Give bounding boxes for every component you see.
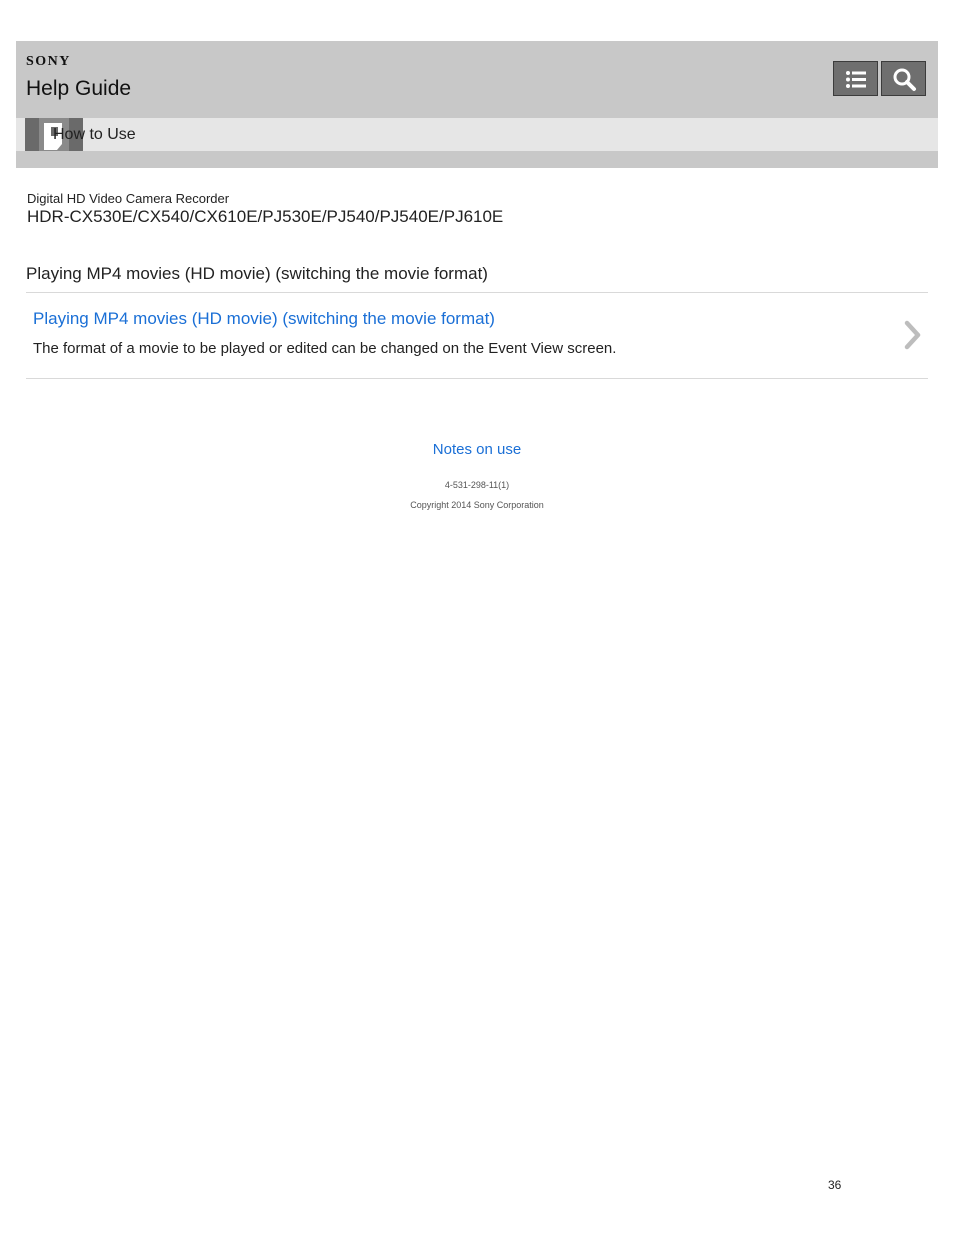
search-button[interactable]	[881, 61, 926, 96]
list-icon	[846, 71, 866, 88]
category-label: How to Use	[53, 126, 136, 143]
topic-entry[interactable]: Playing MP4 movies (HD movie) (switching…	[26, 293, 928, 378]
brand-logo: SONY	[26, 54, 71, 69]
divider	[26, 378, 928, 379]
topic-link[interactable]: Playing MP4 movies (HD movie) (switching…	[33, 309, 495, 329]
document-code: 4-531-298-11(1)	[444, 480, 510, 490]
product-category: Digital HD Video Camera Recorder	[27, 191, 230, 206]
category-bar[interactable]: How to Use	[16, 118, 938, 151]
notes-on-use-link[interactable]: Notes on use	[0, 441, 954, 458]
product-model: HDR-CX530E/CX540/CX610E/PJ530E/PJ540/PJ5…	[27, 207, 504, 226]
page-number: 36	[828, 1178, 842, 1192]
section-heading: Playing MP4 movies (HD movie) (switching…	[26, 264, 488, 283]
copyright-notice: Copyright 2014 Sony Corporation	[410, 500, 544, 510]
header-bar: SONY Help Guide How to Use	[16, 41, 938, 168]
menu-button[interactable]	[833, 61, 878, 96]
chevron-right-icon[interactable]	[902, 318, 924, 352]
search-icon	[893, 68, 916, 91]
page-title: Help Guide	[26, 77, 132, 100]
topic-description: The format of a movie to be played or ed…	[33, 340, 617, 357]
